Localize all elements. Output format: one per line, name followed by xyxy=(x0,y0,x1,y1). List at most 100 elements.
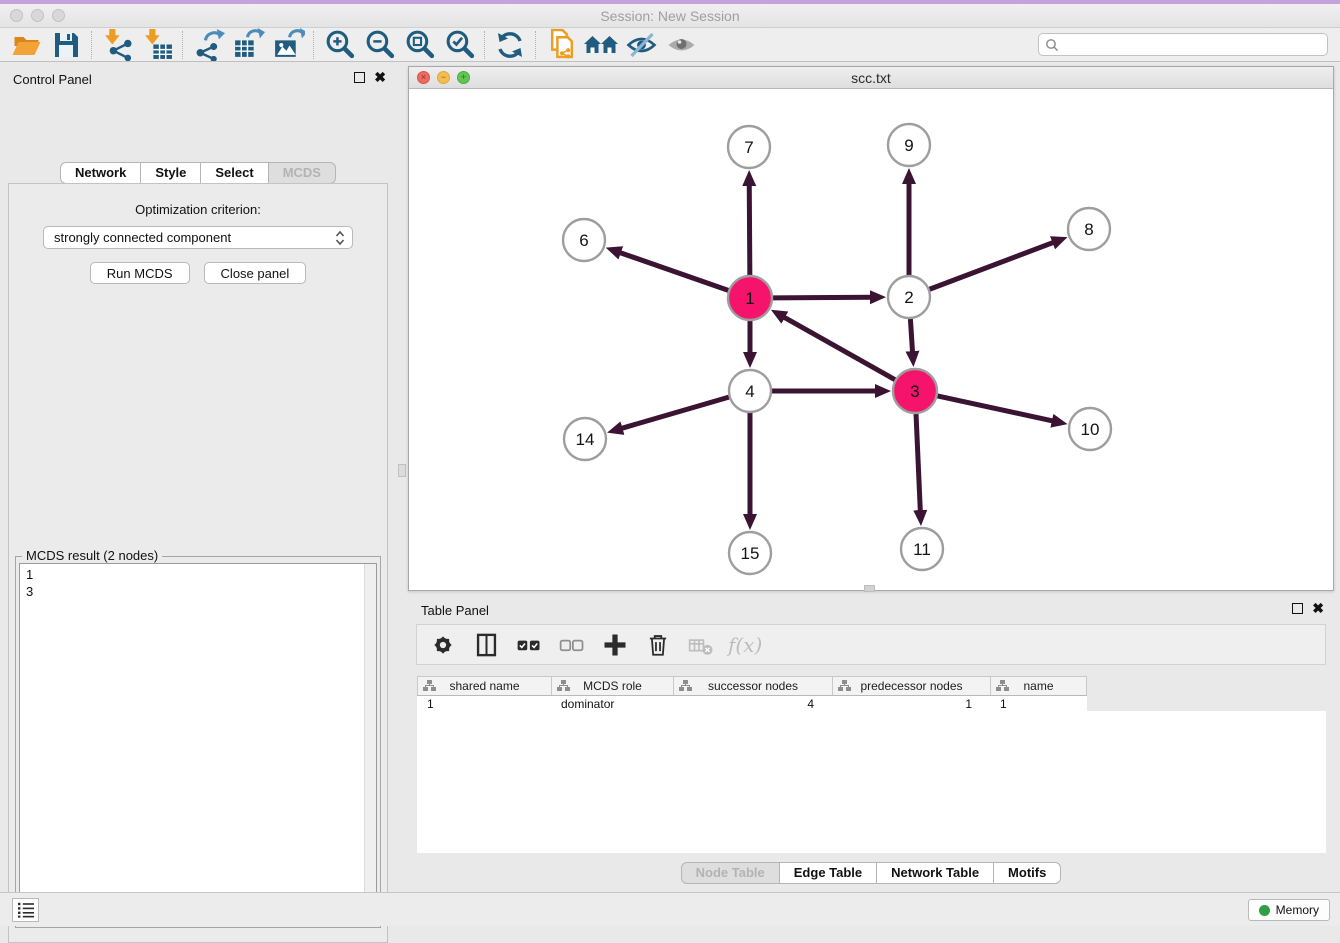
control-panel: Control Panel ✖ NetworkStyleSelectMCDS O… xyxy=(0,66,396,886)
function-builder-button[interactable]: f(x) xyxy=(728,633,762,657)
column-header-name[interactable]: name xyxy=(990,677,1087,695)
graph-edge-1-2[interactable] xyxy=(773,297,872,298)
search-input[interactable] xyxy=(1059,36,1327,54)
close-table-panel-icon[interactable]: ✖ xyxy=(1312,603,1324,614)
tab-edge-table[interactable]: Edge Table xyxy=(780,862,877,884)
column-header-predecessor-nodes[interactable]: predecessor nodes xyxy=(832,677,990,695)
close-panel-icon[interactable]: ✖ xyxy=(374,72,386,83)
graph-node-label: 4 xyxy=(745,382,754,401)
network-titlebar[interactable]: × − + scc.txt xyxy=(409,67,1333,89)
graph-edge-2-3[interactable] xyxy=(910,319,912,353)
open-folder-icon xyxy=(10,29,43,61)
export-network-icon xyxy=(192,28,225,61)
graph-edge-1-6[interactable] xyxy=(619,252,728,290)
trash-icon xyxy=(645,631,671,659)
save-floppy-icon xyxy=(50,29,82,61)
clone-network-button[interactable] xyxy=(541,29,581,61)
splitter-grip-horizontal[interactable] xyxy=(864,585,875,592)
zoom-in-icon xyxy=(323,28,356,61)
tab-motifs[interactable]: Motifs xyxy=(994,862,1061,884)
home-view-button[interactable] xyxy=(581,29,621,61)
import-table-button[interactable] xyxy=(137,29,177,61)
toolbar-separator xyxy=(91,31,92,59)
graph-edge-3-11[interactable] xyxy=(916,414,920,512)
tab-style[interactable]: Style xyxy=(141,162,201,184)
column-label: name xyxy=(1023,679,1053,693)
mcds-result-text[interactable]: 13 xyxy=(19,563,377,924)
criterion-select[interactable]: strongly connected component xyxy=(43,226,353,249)
result-line: 1 xyxy=(26,566,376,583)
column-tree-icon xyxy=(838,680,851,692)
tab-mcds[interactable]: MCDS xyxy=(269,162,336,184)
import-table-icon xyxy=(141,28,174,61)
tab-select[interactable]: Select xyxy=(201,162,268,184)
column-label: predecessor nodes xyxy=(860,679,962,693)
network-window[interactable]: × − + scc.txt 7968124314101511 xyxy=(408,66,1334,591)
graph-node-label: 6 xyxy=(579,231,588,250)
tab-node-table[interactable]: Node Table xyxy=(681,862,780,884)
float-table-panel-icon[interactable] xyxy=(1292,603,1303,614)
column-tree-icon xyxy=(557,680,570,692)
tab-network[interactable]: Network xyxy=(60,162,141,184)
column-label: successor nodes xyxy=(708,679,798,693)
graph-edge-2-8[interactable] xyxy=(930,242,1055,289)
run-mcds-button[interactable]: Run MCDS xyxy=(90,262,190,284)
column-header-shared-name[interactable]: shared name xyxy=(417,677,551,695)
show-columns-button[interactable] xyxy=(470,628,502,662)
graph-edge-3-10[interactable] xyxy=(937,396,1053,421)
window-titlebar[interactable]: Session: New Session xyxy=(0,4,1340,28)
delete-column-button[interactable] xyxy=(642,628,674,662)
open-session-button[interactable] xyxy=(6,29,46,61)
clone-network-icon xyxy=(545,28,578,61)
new-column-button[interactable] xyxy=(599,628,631,662)
eye-icon xyxy=(665,29,698,61)
graph-edge-1-7[interactable] xyxy=(749,184,750,275)
eye-slash-icon xyxy=(625,29,658,61)
column-header-mcds-role[interactable]: MCDS role xyxy=(551,677,673,695)
graph-node-label: 3 xyxy=(910,382,919,401)
status-bar: Memory xyxy=(0,892,1340,926)
table-cell: 1 xyxy=(832,696,990,712)
export-table-icon xyxy=(232,28,265,61)
table-row[interactable]: 1dominator411 xyxy=(417,696,1087,712)
column-header-successor-nodes[interactable]: successor nodes xyxy=(673,677,832,695)
export-image-button[interactable] xyxy=(268,29,308,61)
zoom-fit-button[interactable] xyxy=(399,29,439,61)
graph-edge-4-14[interactable] xyxy=(621,397,729,429)
hide-selected-button[interactable] xyxy=(621,29,661,61)
memory-button[interactable]: Memory xyxy=(1248,899,1330,921)
zoom-out-button[interactable] xyxy=(359,29,399,61)
task-history-button[interactable] xyxy=(12,898,39,922)
delete-table-button[interactable] xyxy=(685,628,717,662)
tab-network-table[interactable]: Network Table xyxy=(877,862,994,884)
import-network-button[interactable] xyxy=(97,29,137,61)
deselect-all-button[interactable] xyxy=(556,628,588,662)
result-scrollbar[interactable] xyxy=(364,564,376,923)
network-graph-canvas[interactable]: 7968124314101511 xyxy=(409,89,1333,590)
zoom-in-button[interactable] xyxy=(319,29,359,61)
toolbar-separator xyxy=(313,31,314,59)
zoom-selected-icon xyxy=(443,28,476,61)
table-mode-button[interactable] xyxy=(427,628,459,662)
export-network-button[interactable] xyxy=(188,29,228,61)
splitter-grip-vertical[interactable] xyxy=(398,464,406,477)
show-all-button[interactable] xyxy=(661,29,701,61)
zoom-selected-button[interactable] xyxy=(439,29,479,61)
main-toolbar xyxy=(0,28,1340,62)
select-all-button[interactable] xyxy=(513,628,545,662)
table-cell: 1 xyxy=(417,696,551,712)
graph-node-label: 9 xyxy=(904,136,913,155)
graph-edge-3-1[interactable] xyxy=(783,317,895,380)
close-panel-button[interactable]: Close panel xyxy=(204,262,307,284)
save-session-button[interactable] xyxy=(46,29,86,61)
refresh-view-button[interactable] xyxy=(490,29,530,61)
export-table-button[interactable] xyxy=(228,29,268,61)
float-panel-icon[interactable] xyxy=(354,72,365,83)
toolbar-separator xyxy=(484,31,485,59)
window-title: Session: New Session xyxy=(0,8,1340,24)
table-empty-area xyxy=(417,711,1326,853)
graph-node-label: 1 xyxy=(745,289,754,308)
control-panel-tabs: NetworkStyleSelectMCDS xyxy=(0,162,396,184)
table-cell: 4 xyxy=(673,696,832,712)
houses-icon xyxy=(583,29,619,61)
